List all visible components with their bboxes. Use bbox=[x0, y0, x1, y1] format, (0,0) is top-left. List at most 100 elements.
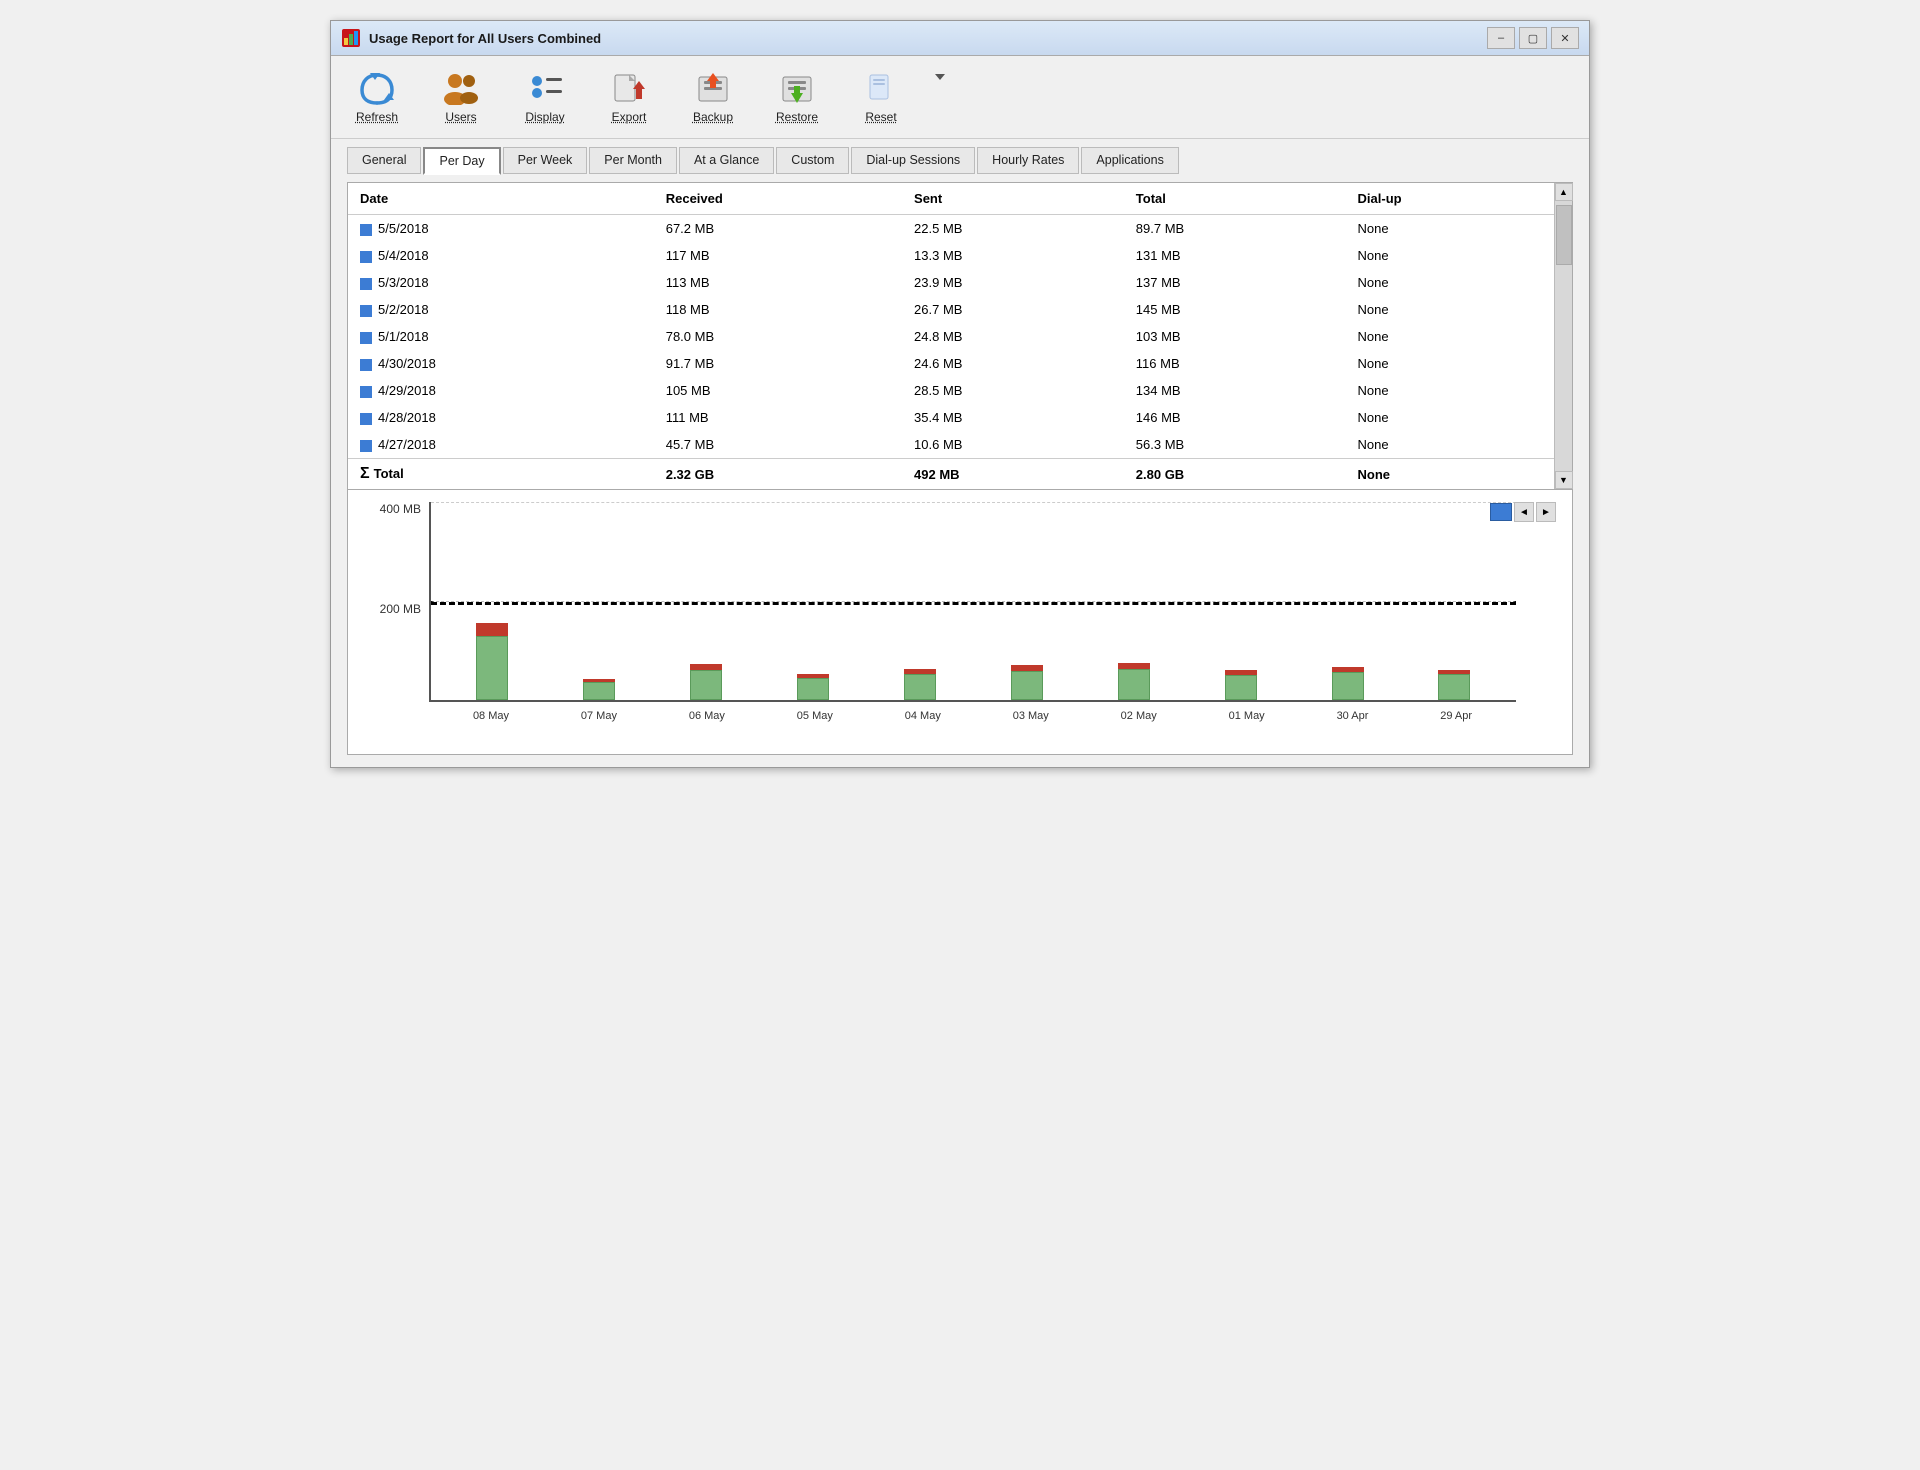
toolbar-reset[interactable]: Reset bbox=[851, 66, 911, 128]
scroll-up-btn[interactable]: ▲ bbox=[1555, 183, 1573, 201]
cell-date: 5/5/2018 bbox=[348, 215, 654, 243]
scroll-down-btn[interactable]: ▼ bbox=[1555, 471, 1573, 489]
chart-container: 400 MB 200 MB bbox=[364, 502, 1556, 742]
main-window: Usage Report for All Users Combined – ▢ … bbox=[330, 20, 1590, 768]
row-icon bbox=[360, 224, 372, 236]
col-header-sent: Sent bbox=[902, 183, 1124, 215]
cell-date: 5/1/2018 bbox=[348, 323, 654, 350]
bar-group bbox=[476, 502, 508, 700]
cell-date: 4/27/2018 bbox=[348, 431, 654, 459]
export-icon bbox=[609, 70, 649, 106]
row-icon bbox=[360, 278, 372, 290]
cell-dialup: None bbox=[1346, 431, 1554, 459]
tab-dialup-sessions[interactable]: Dial-up Sessions bbox=[851, 147, 975, 174]
table-scroll-area[interactable]: Date Received Sent Total Dial-up 5/5/201… bbox=[348, 183, 1554, 489]
cell-received: 105 MB bbox=[654, 377, 902, 404]
x-label: 04 May bbox=[905, 710, 941, 722]
col-header-dialup: Dial-up bbox=[1346, 183, 1554, 215]
row-icon bbox=[360, 413, 372, 425]
reset-label: Reset bbox=[865, 110, 896, 124]
chart-y-labels: 400 MB 200 MB bbox=[364, 502, 429, 702]
export-label: Export bbox=[612, 110, 647, 124]
cell-total: 131 MB bbox=[1124, 242, 1346, 269]
tab-at-a-glance[interactable]: At a Glance bbox=[679, 147, 774, 174]
cell-total: 146 MB bbox=[1124, 404, 1346, 431]
tab-per-day[interactable]: Per Day bbox=[423, 147, 500, 175]
bar-received bbox=[476, 636, 508, 700]
bar-wrapper bbox=[1118, 663, 1150, 700]
dropdown-arrow-icon bbox=[935, 74, 945, 80]
title-bar: Usage Report for All Users Combined – ▢ … bbox=[331, 21, 1589, 56]
tab-applications[interactable]: Applications bbox=[1081, 147, 1178, 174]
row-icon bbox=[360, 305, 372, 317]
bar-group bbox=[1011, 502, 1043, 700]
scroll-thumb[interactable] bbox=[1556, 205, 1572, 265]
cell-date: 5/2/2018 bbox=[348, 296, 654, 323]
col-header-date: Date bbox=[348, 183, 654, 215]
toolbar-export[interactable]: Export bbox=[599, 66, 659, 128]
cell-date: 4/30/2018 bbox=[348, 350, 654, 377]
cell-total: 134 MB bbox=[1124, 377, 1346, 404]
toolbar-backup[interactable]: Backup bbox=[683, 66, 743, 128]
data-table: Date Received Sent Total Dial-up 5/5/201… bbox=[348, 183, 1554, 489]
table-scrollbar[interactable]: ▲ ▼ bbox=[1554, 183, 1572, 489]
bar-received bbox=[583, 682, 615, 700]
toolbar-refresh[interactable]: Refresh bbox=[347, 66, 407, 128]
tab-per-week[interactable]: Per Week bbox=[503, 147, 588, 174]
minimize-button[interactable]: – bbox=[1487, 27, 1515, 49]
bar-group bbox=[797, 502, 829, 700]
tab-custom[interactable]: Custom bbox=[776, 147, 849, 174]
chart-prev-btn[interactable]: ◄ bbox=[1514, 502, 1534, 522]
bars-row bbox=[431, 502, 1516, 700]
bar-received bbox=[1225, 675, 1257, 700]
bar-wrapper bbox=[1438, 670, 1470, 700]
cell-dialup: None bbox=[1346, 350, 1554, 377]
toolbar-dropdown[interactable] bbox=[935, 74, 945, 80]
y-label-400: 400 MB bbox=[380, 502, 421, 516]
toolbar: Refresh Users bbox=[331, 56, 1589, 139]
tab-per-month[interactable]: Per Month bbox=[589, 147, 677, 174]
bar-received bbox=[797, 678, 829, 700]
x-label: 03 May bbox=[1013, 710, 1049, 722]
app-icon bbox=[341, 28, 361, 48]
bar-group bbox=[904, 502, 936, 700]
toolbar-restore[interactable]: Restore bbox=[767, 66, 827, 128]
cell-date: 5/3/2018 bbox=[348, 269, 654, 296]
maximize-button[interactable]: ▢ bbox=[1519, 27, 1547, 49]
cell-date: 4/29/2018 bbox=[348, 377, 654, 404]
cell-total: 103 MB bbox=[1124, 323, 1346, 350]
chart-panel: 400 MB 200 MB bbox=[347, 490, 1573, 755]
cell-sent: 24.6 MB bbox=[902, 350, 1124, 377]
scroll-track[interactable] bbox=[1555, 201, 1572, 471]
row-icon bbox=[360, 332, 372, 344]
cell-dialup: None bbox=[1346, 296, 1554, 323]
cell-dialup: None bbox=[1346, 323, 1554, 350]
cell-received: 67.2 MB bbox=[654, 215, 902, 243]
bar-received bbox=[1118, 669, 1150, 700]
display-icon bbox=[525, 70, 565, 106]
main-content: Date Received Sent Total Dial-up 5/5/201… bbox=[331, 174, 1589, 767]
row-icon bbox=[360, 359, 372, 371]
chart-legend-box bbox=[1490, 503, 1512, 521]
cell-received: 113 MB bbox=[654, 269, 902, 296]
refresh-icon bbox=[357, 70, 397, 106]
cell-total-label: ΣTotal bbox=[348, 459, 654, 490]
cell-sent: 26.7 MB bbox=[902, 296, 1124, 323]
table-total-row: ΣTotal 2.32 GB 492 MB 2.80 GB None bbox=[348, 459, 1554, 490]
users-label: Users bbox=[445, 110, 476, 124]
chart-next-btn[interactable]: ► bbox=[1536, 502, 1556, 522]
x-label: 08 May bbox=[473, 710, 509, 722]
cell-sent: 24.8 MB bbox=[902, 323, 1124, 350]
col-header-total: Total bbox=[1124, 183, 1346, 215]
bar-group bbox=[1438, 502, 1470, 700]
bar-wrapper bbox=[690, 664, 722, 700]
tab-general[interactable]: General bbox=[347, 147, 421, 174]
users-icon bbox=[441, 70, 481, 106]
x-label: 01 May bbox=[1229, 710, 1265, 722]
cell-total: 137 MB bbox=[1124, 269, 1346, 296]
tab-hourly-rates[interactable]: Hourly Rates bbox=[977, 147, 1079, 174]
cell-total-sent: 492 MB bbox=[902, 459, 1124, 490]
toolbar-display[interactable]: Display bbox=[515, 66, 575, 128]
close-button[interactable]: ✕ bbox=[1551, 27, 1579, 49]
toolbar-users[interactable]: Users bbox=[431, 66, 491, 128]
